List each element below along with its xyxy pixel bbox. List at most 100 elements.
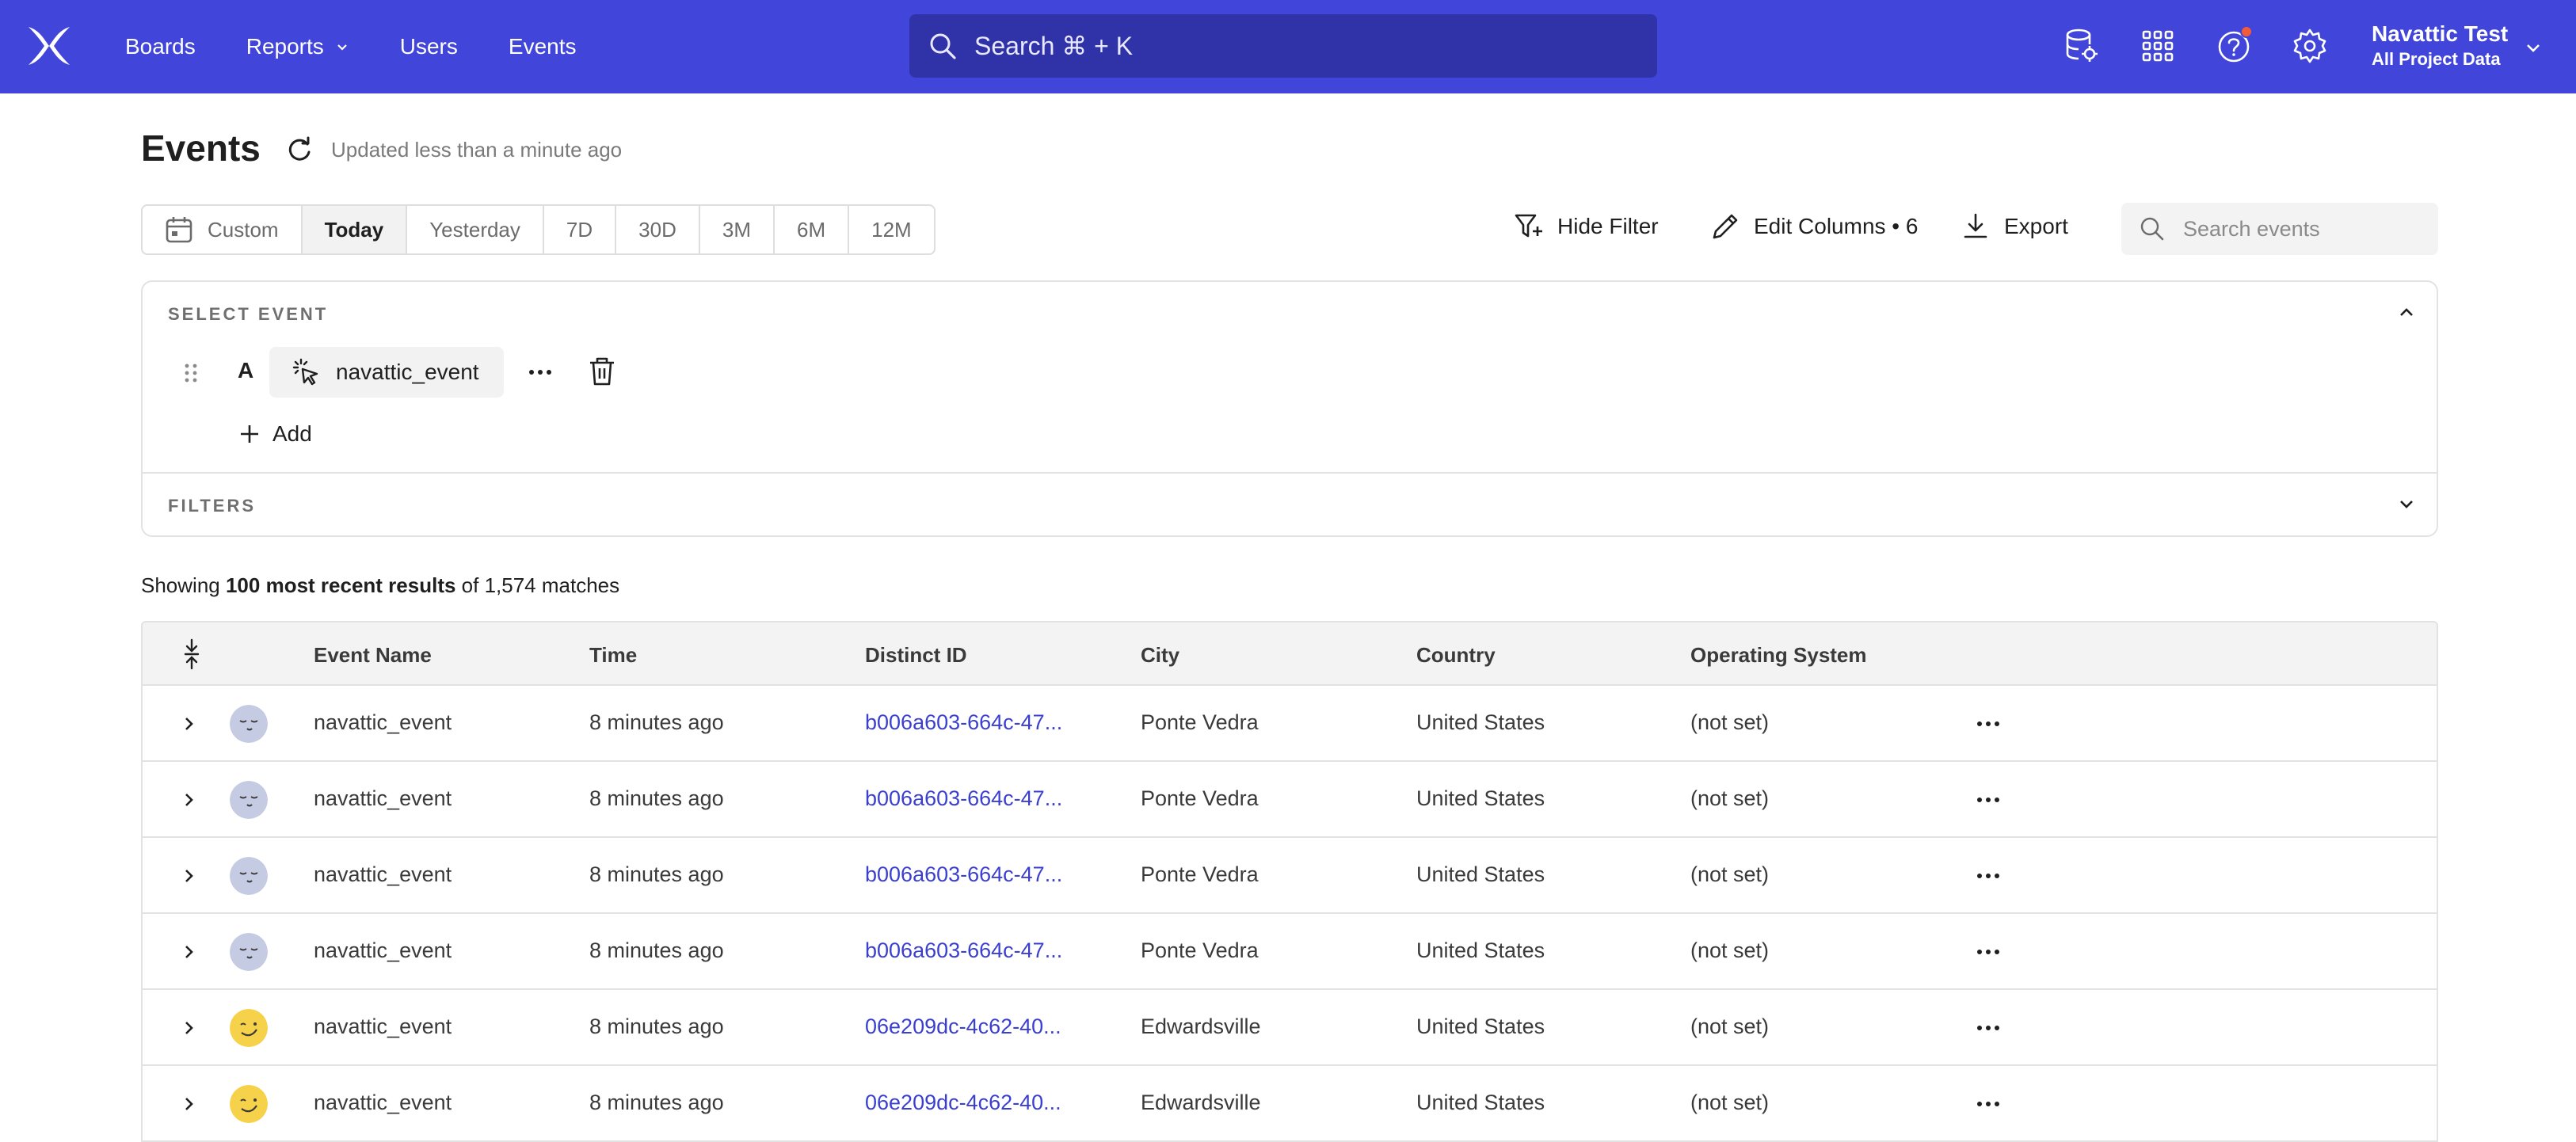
event-chip[interactable]: navattic_event — [269, 347, 504, 398]
range-7d[interactable]: 7D — [544, 206, 617, 253]
calendar-icon — [166, 217, 192, 243]
table-row[interactable]: navattic_event 8 minutes ago b006a603-664c… — [141, 838, 2438, 914]
export-button[interactable]: Export — [1960, 211, 2068, 242]
more-horizontal-icon[interactable] — [1976, 941, 2001, 963]
more-horizontal-icon[interactable] — [1976, 1093, 2001, 1115]
edit-columns-button[interactable]: Edit Columns • 6 — [1709, 211, 1918, 242]
chevron-down-icon[interactable] — [2395, 493, 2418, 515]
more-horizontal-icon[interactable] — [528, 360, 553, 385]
data-button[interactable] — [2063, 27, 2101, 65]
drag-handle-icon[interactable] — [182, 361, 200, 385]
pencil-icon — [1713, 214, 1738, 239]
search-events-input[interactable] — [2183, 216, 2421, 242]
col-country[interactable]: Country — [1416, 643, 1496, 668]
trash-icon[interactable] — [588, 356, 616, 386]
table-row[interactable]: navattic_event 8 minutes ago 06e209dc-4c62… — [141, 990, 2438, 1066]
add-event-button[interactable]: Add — [238, 421, 312, 447]
nav-users[interactable]: Users — [400, 34, 458, 59]
col-event-name[interactable]: Event Name — [314, 643, 432, 668]
cell-distinct-id-link[interactable]: 06e209dc-4c62-40... — [865, 1091, 1061, 1115]
cell-time: 8 minutes ago — [589, 786, 724, 810]
cell-time: 8 minutes ago — [589, 938, 724, 962]
table-row[interactable]: navattic_event 8 minutes ago 06e209dc-4c62… — [141, 1066, 2438, 1142]
results-suffix: of 1,574 matches — [455, 573, 620, 597]
table-row[interactable]: navattic_event 8 minutes ago b006a603-664c… — [141, 762, 2438, 838]
cell-event-name: navattic_event — [314, 1014, 452, 1038]
plus-icon — [241, 425, 258, 443]
more-horizontal-icon[interactable] — [1976, 713, 2001, 735]
range-30d[interactable]: 30D — [616, 206, 700, 253]
cell-event-name: navattic_event — [314, 1091, 452, 1114]
cell-city: Ponte Vedra — [1141, 938, 1259, 962]
search-icon — [2140, 217, 2164, 241]
table-row[interactable]: navattic_event 8 minutes ago b006a603-664c… — [141, 686, 2438, 762]
nav-boards-label: Boards — [125, 34, 196, 59]
mixpanel-logo-icon[interactable] — [27, 25, 71, 67]
range-yesterday[interactable]: Yesterday — [407, 206, 544, 253]
global-search[interactable]: Search ⌘ + K — [909, 14, 1657, 78]
range-6m[interactable]: 6M — [775, 206, 850, 253]
chevron-right-icon[interactable] — [179, 942, 198, 961]
hide-filter-button[interactable]: Hide Filter — [1513, 211, 1659, 242]
cell-distinct-id-link[interactable]: 06e209dc-4c62-40... — [865, 1014, 1061, 1039]
gear-icon — [2293, 29, 2326, 63]
select-event-label: SELECT EVENT — [168, 304, 329, 324]
cell-operating-system: (not set) — [1690, 786, 1770, 810]
range-custom[interactable]: Custom — [143, 206, 303, 253]
cell-city: Ponte Vedra — [1141, 786, 1259, 810]
chevron-right-icon[interactable] — [179, 1018, 198, 1037]
more-horizontal-icon[interactable] — [1976, 789, 2001, 811]
col-operating-system[interactable]: Operating System — [1690, 643, 1867, 668]
refresh-icon[interactable] — [285, 136, 314, 165]
nav-events[interactable]: Events — [509, 34, 577, 59]
more-horizontal-icon[interactable] — [1976, 865, 2001, 887]
table-row[interactable]: navattic_event 8 minutes ago b006a603-664c… — [141, 914, 2438, 990]
chevron-down-icon[interactable] — [2524, 38, 2543, 57]
table-header: Event Name Time Distinct ID City Country… — [141, 621, 2438, 686]
nav-boards[interactable]: Boards — [125, 34, 196, 59]
cell-country: United States — [1416, 786, 1545, 810]
cell-event-name: navattic_event — [314, 710, 452, 734]
search-events[interactable] — [2121, 203, 2438, 255]
avatar — [230, 705, 268, 743]
chevron-right-icon[interactable] — [179, 790, 198, 809]
chevron-right-icon[interactable] — [179, 1094, 198, 1113]
add-event-label: Add — [272, 421, 312, 446]
cursor-click-icon — [292, 358, 318, 386]
more-horizontal-icon[interactable] — [1976, 1017, 2001, 1039]
event-chip-label: navattic_event — [336, 360, 479, 384]
help-button[interactable] — [2215, 25, 2253, 65]
cell-distinct-id-link[interactable]: b006a603-664c-47... — [865, 786, 1062, 811]
range-3m[interactable]: 3M — [700, 206, 775, 253]
updated-timestamp: Updated less than a minute ago — [331, 138, 623, 162]
settings-button[interactable] — [2291, 27, 2329, 65]
range-12m[interactable]: 12M — [849, 206, 934, 253]
cell-distinct-id-link[interactable]: b006a603-664c-47... — [865, 862, 1062, 887]
account-switcher[interactable]: Navattic Test All Project Data — [2372, 21, 2508, 71]
avatar — [230, 781, 268, 819]
nav-reports-label: Reports — [246, 34, 324, 59]
avatar — [230, 933, 268, 971]
nav-reports[interactable]: Reports — [246, 34, 349, 59]
chevron-right-icon[interactable] — [179, 866, 198, 885]
hide-filter-label: Hide Filter — [1557, 214, 1659, 238]
cell-city: Edwardsville — [1141, 1014, 1261, 1038]
chevron-down-icon — [337, 44, 347, 51]
chevron-right-icon[interactable] — [179, 714, 198, 733]
cell-distinct-id-link[interactable]: b006a603-664c-47... — [865, 938, 1062, 963]
col-time[interactable]: Time — [589, 643, 637, 668]
cell-event-name: navattic_event — [314, 938, 452, 962]
avatar — [230, 1009, 268, 1047]
collapse-all-icon[interactable] — [181, 638, 203, 670]
col-distinct-id[interactable]: Distinct ID — [865, 643, 967, 668]
cell-event-name: navattic_event — [314, 786, 452, 810]
nav-users-label: Users — [399, 34, 458, 59]
cell-distinct-id-link[interactable]: b006a603-664c-47... — [865, 710, 1062, 735]
chevron-up-icon[interactable] — [2395, 301, 2418, 323]
filters-label: FILTERS — [168, 496, 257, 516]
apps-button[interactable] — [2139, 27, 2177, 65]
range-today[interactable]: Today — [302, 206, 408, 253]
filter-icon — [1515, 214, 1542, 238]
col-city[interactable]: City — [1141, 643, 1179, 668]
search-icon — [930, 33, 956, 59]
